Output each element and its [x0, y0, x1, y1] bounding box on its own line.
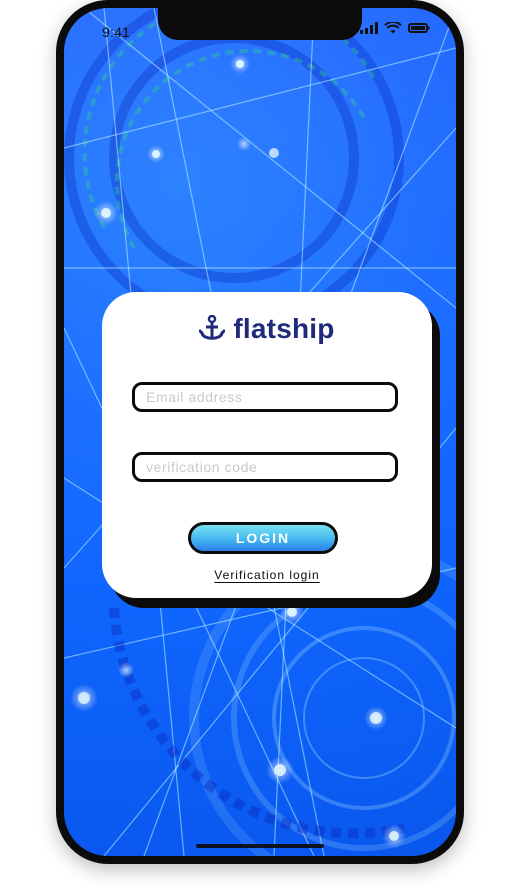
verification-code-input[interactable]: verification code [132, 452, 398, 482]
email-input[interactable]: Email address [132, 382, 398, 412]
status-time: 9:41 [102, 24, 131, 40]
email-placeholder: Email address [146, 389, 243, 405]
login-button[interactable]: LOGIN [188, 522, 338, 554]
verification-code-placeholder: verification code [146, 459, 258, 475]
device-notch [158, 8, 362, 40]
verification-login-link[interactable]: Verification login [102, 568, 432, 582]
phone-frame: 9:41 flatship Email address verification… [56, 0, 464, 864]
app-screen: 9:41 flatship Email address verification… [64, 8, 456, 856]
home-indicator [196, 844, 324, 848]
brand-logo: flatship [102, 306, 432, 352]
status-icons [360, 22, 430, 34]
wifi-icon [384, 22, 402, 34]
login-button-label: LOGIN [235, 530, 291, 546]
anchor-icon [199, 315, 226, 340]
battery-icon [408, 23, 430, 33]
login-card: flatship Email address verification code… [102, 292, 432, 598]
signal-icon [360, 22, 378, 34]
brand-name: flatship [233, 313, 335, 344]
